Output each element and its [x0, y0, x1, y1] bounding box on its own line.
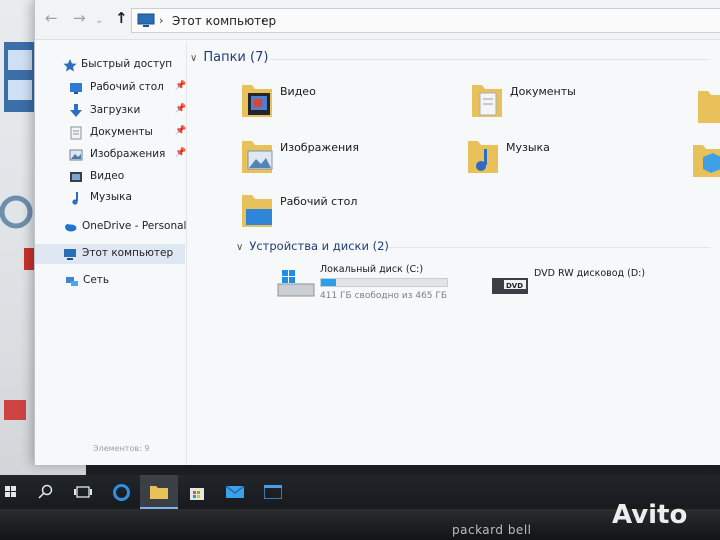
nav-item-pictures[interactable]: Изображения 📌 [35, 145, 187, 165]
address-field[interactable]: › Этот компьютер › [131, 8, 720, 33]
pin-icon: 📌 [175, 104, 187, 114]
drive-c-usage-bar [320, 278, 448, 287]
nav-item-music[interactable]: Музыка [35, 188, 185, 208]
computer-icon [64, 249, 76, 260]
mail-button[interactable] [216, 475, 254, 509]
video-folder-icon [242, 85, 272, 117]
folder-icon-partial [698, 91, 720, 123]
nav-item-video[interactable]: Видео [35, 167, 185, 187]
music-icon [72, 192, 78, 205]
pin-icon: 📌 [175, 81, 187, 91]
group-divider-2 [388, 247, 710, 248]
nav-item-this-pc[interactable]: Этот компьютер [35, 244, 185, 264]
pin-icon: 📌 [175, 148, 187, 158]
explorer-window: ← → ⌄ ↑ › Этот компьютер › Быстрый досту… [34, 0, 720, 465]
app-icon [4, 400, 26, 420]
store-bag-icon [190, 488, 204, 500]
status-bar-item-count: Элементов: 9 [93, 444, 150, 453]
nav-item-onedrive[interactable]: OneDrive - Personal [35, 217, 186, 237]
nav-item-downloads[interactable]: Загрузки 📌 [35, 101, 187, 121]
search-button[interactable] [26, 475, 64, 509]
recent-locations-button[interactable]: ⌄ [95, 13, 103, 28]
edge-button[interactable] [102, 475, 140, 509]
drive-d-name: DVD RW дисковод (D:) [534, 268, 646, 279]
task-view-icon [74, 486, 92, 498]
folder-icon [150, 486, 168, 499]
avito-watermark: Avito [612, 500, 688, 530]
up-button[interactable]: ↑ [115, 11, 128, 26]
3d-objects-folder-icon-partial [693, 145, 720, 177]
desktop-icon [70, 83, 82, 94]
hard-drive-icon [277, 270, 315, 297]
dvd-drive-icon: DVD [492, 278, 528, 294]
app-button[interactable] [254, 475, 292, 509]
drive-c[interactable]: Локальный диск (C:) 411 ГБ свободно из 4… [276, 264, 466, 304]
windows-logo-icon [5, 486, 16, 497]
video-icon [70, 172, 82, 182]
chevron-down-icon: ∨ [236, 242, 244, 253]
store-button[interactable] [178, 475, 216, 509]
drive-d[interactable]: DVD DVD RW дисковод (D:) [490, 268, 690, 304]
download-icon [70, 104, 82, 117]
breadcrumb-separator[interactable]: › [159, 14, 163, 27]
back-button[interactable]: ← [45, 11, 58, 26]
dvd-badge: DVD [506, 282, 523, 290]
cloud-icon [65, 224, 77, 232]
drive-c-free-space: 411 ГБ свободно из 465 ГБ [320, 291, 448, 301]
group-divider [270, 59, 710, 60]
pin-icon: 📌 [175, 126, 187, 136]
film-icon [4, 42, 36, 112]
folders-group-header[interactable]: ∨ Папки (7) [190, 50, 268, 65]
nav-item-network[interactable]: Сеть [35, 271, 185, 291]
documents-icon [70, 126, 82, 140]
edge-icon [113, 484, 130, 501]
desktop-folder-icon [242, 195, 272, 227]
window-icon [264, 485, 282, 499]
nav-item-quick-access[interactable]: Быстрый доступ [35, 55, 185, 75]
pictures-icon [69, 149, 83, 161]
navigation-pane: Быстрый доступ Рабочий стол 📌 Загрузки 📌… [35, 41, 187, 465]
devices-group-header[interactable]: ∨ Устройства и диски (2) [236, 239, 389, 253]
pictures-folder-icon [242, 141, 273, 173]
nav-item-documents[interactable]: Документы 📌 [35, 123, 187, 143]
task-view-button[interactable] [64, 475, 102, 509]
drive-c-name: Локальный диск (C:) [320, 264, 424, 275]
documents-folder-icon [472, 85, 502, 117]
address-toolbar: ← → ⌄ ↑ › Этот компьютер › [35, 0, 720, 40]
content-pane: ∨ Папки (7) Видео Документы Изображения … [188, 41, 720, 465]
music-folder-icon [468, 141, 498, 173]
sun-icon [0, 195, 33, 229]
computer-icon [137, 13, 155, 27]
forward-button[interactable]: → [73, 11, 86, 26]
star-icon [63, 59, 77, 72]
network-icon [66, 277, 78, 286]
chevron-down-icon: ∨ [190, 53, 198, 64]
file-explorer-button[interactable] [140, 475, 178, 509]
mail-icon [226, 486, 244, 498]
breadcrumb-separator-2[interactable]: › [261, 14, 265, 27]
brand-logo: packard bell [452, 523, 532, 537]
nav-item-desktop[interactable]: Рабочий стол 📌 [35, 78, 187, 98]
search-icon [38, 484, 53, 499]
drive-c-usage-fill [321, 279, 336, 286]
